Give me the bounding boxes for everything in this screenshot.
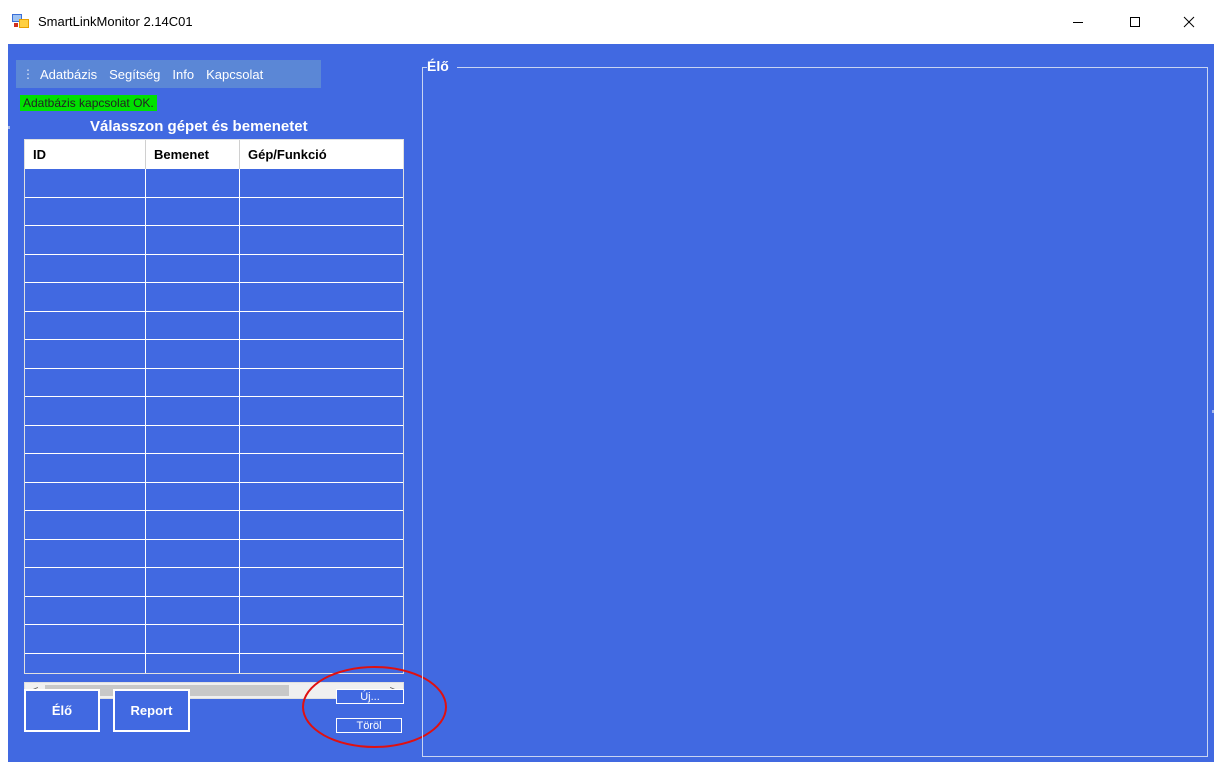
table-cell[interactable] — [25, 254, 146, 282]
table-cell[interactable] — [240, 597, 403, 625]
table-cell[interactable] — [240, 540, 403, 568]
table-cell[interactable] — [146, 454, 240, 482]
table-cell[interactable] — [146, 397, 240, 425]
table-row[interactable] — [25, 454, 403, 483]
menu-item-segitseg[interactable]: Segítség — [109, 67, 160, 82]
table-cell[interactable] — [25, 653, 146, 673]
menu-bar: ⋮ Adatbázis Segítség Info Kapcsolat — [16, 60, 321, 88]
database-status-label: Adatbázis kapcsolat OK. — [20, 95, 157, 111]
menu-item-kapcsolat[interactable]: Kapcsolat — [206, 67, 263, 82]
table-row[interactable] — [25, 397, 403, 426]
table-cell[interactable] — [146, 596, 240, 624]
table-cell[interactable] — [25, 425, 146, 453]
table-row[interactable] — [25, 340, 403, 369]
table-cell[interactable] — [240, 312, 403, 340]
column-header-gep-funkcio[interactable]: Gép/Funkció — [240, 140, 403, 169]
table-cell[interactable] — [240, 483, 403, 511]
table-cell[interactable] — [25, 197, 146, 225]
table-row[interactable] — [25, 226, 403, 255]
menu-item-info[interactable]: Info — [172, 67, 194, 82]
table-cell[interactable] — [146, 340, 240, 368]
table-row[interactable] — [25, 283, 403, 312]
list-title: Válasszon gépet és bemenetet — [90, 118, 308, 135]
table-row[interactable] — [25, 511, 403, 540]
table-row[interactable] — [25, 482, 403, 511]
report-button[interactable]: Report — [113, 689, 190, 732]
title-bar: SmartLinkMonitor 2.14C01 — [0, 0, 1222, 44]
table-cell[interactable] — [25, 311, 146, 339]
table-cell[interactable] — [25, 226, 146, 254]
column-header-id[interactable]: ID — [25, 140, 146, 169]
table-cell[interactable] — [25, 454, 146, 482]
table-cell[interactable] — [146, 425, 240, 453]
table-cell[interactable] — [240, 511, 403, 539]
grid-header: ID Bemenet Gép/Funkció — [25, 140, 403, 169]
elo-button[interactable]: Élő — [24, 689, 100, 732]
menu-item-adatbazis[interactable]: Adatbázis — [40, 67, 97, 82]
table-cell[interactable] — [146, 368, 240, 396]
table-cell[interactable] — [146, 568, 240, 596]
table-cell[interactable] — [25, 397, 146, 425]
table-cell[interactable] — [240, 283, 403, 311]
table-cell[interactable] — [25, 482, 146, 510]
table-cell[interactable] — [25, 596, 146, 624]
table-cell[interactable] — [240, 369, 403, 397]
table-cell[interactable] — [25, 539, 146, 567]
table-row[interactable] — [25, 368, 403, 397]
grid-rows — [25, 169, 403, 673]
table-cell[interactable] — [25, 625, 146, 653]
table-row[interactable] — [25, 568, 403, 597]
table-cell[interactable] — [146, 511, 240, 539]
table-cell[interactable] — [25, 283, 146, 311]
table-cell[interactable] — [146, 254, 240, 282]
table-cell[interactable] — [240, 169, 403, 197]
table-cell[interactable] — [25, 368, 146, 396]
close-icon — [1183, 16, 1195, 28]
maximize-icon — [1130, 17, 1140, 27]
table-cell[interactable] — [146, 169, 240, 197]
table-row[interactable] — [25, 197, 403, 226]
table-cell[interactable] — [240, 397, 403, 425]
table-cell[interactable] — [240, 255, 403, 283]
table-cell[interactable] — [240, 426, 403, 454]
edge-mark — [8, 126, 10, 129]
minimize-icon — [1073, 22, 1083, 23]
table-cell[interactable] — [240, 226, 403, 254]
table-cell[interactable] — [146, 226, 240, 254]
table-row[interactable] — [25, 425, 403, 454]
live-panel-label: Élő — [427, 58, 457, 74]
live-panel — [422, 67, 1208, 757]
table-cell[interactable] — [146, 482, 240, 510]
table-row[interactable] — [25, 254, 403, 283]
window-title: SmartLinkMonitor 2.14C01 — [38, 14, 193, 29]
table-cell[interactable] — [146, 283, 240, 311]
maximize-button[interactable] — [1112, 0, 1158, 44]
table-cell[interactable] — [25, 169, 146, 197]
table-cell[interactable] — [240, 625, 403, 653]
table-cell[interactable] — [25, 511, 146, 539]
table-row[interactable] — [25, 596, 403, 625]
table-cell[interactable] — [146, 625, 240, 653]
close-button[interactable] — [1166, 0, 1212, 44]
table-row[interactable] — [25, 539, 403, 568]
table-cell[interactable] — [240, 454, 403, 482]
app-window-icon — [12, 14, 29, 28]
table-row[interactable] — [25, 625, 403, 654]
machine-input-grid[interactable]: ID Bemenet Gép/Funkció — [24, 139, 404, 674]
table-cell[interactable] — [146, 539, 240, 567]
table-row[interactable] — [25, 169, 403, 198]
table-cell[interactable] — [240, 198, 403, 226]
menu-grip-icon[interactable]: ⋮ — [22, 67, 34, 81]
table-cell[interactable] — [240, 340, 403, 368]
table-cell[interactable] — [146, 311, 240, 339]
minimize-button[interactable] — [1055, 0, 1101, 44]
column-header-bemenet[interactable]: Bemenet — [146, 140, 240, 169]
table-cell[interactable] — [240, 568, 403, 596]
edge-mark — [1212, 410, 1214, 413]
table-cell[interactable] — [146, 197, 240, 225]
table-cell[interactable] — [25, 568, 146, 596]
table-cell[interactable] — [25, 340, 146, 368]
table-row[interactable] — [25, 311, 403, 340]
table-cell[interactable] — [146, 653, 240, 673]
